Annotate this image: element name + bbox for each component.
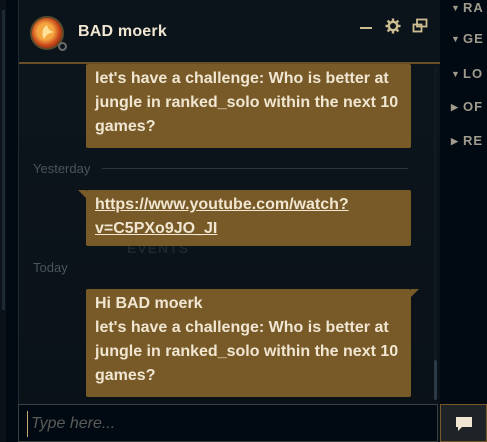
gear-icon[interactable]: [385, 18, 401, 34]
chat-input-container: [18, 404, 438, 442]
chat-scroll-track[interactable]: [434, 66, 437, 400]
collapse-arrow-icon: ▼: [451, 34, 461, 44]
message-line: Hi BAD moerk: [95, 295, 203, 312]
chat-header[interactable]: BAD moerk: [19, 0, 440, 64]
menu-item[interactable]: ▼ GE: [451, 31, 484, 46]
message-line: games?: [95, 118, 156, 135]
collapse-arrow-icon: ▼: [451, 69, 461, 79]
message-line: jungle in ranked_solo within the next 10: [95, 343, 399, 360]
right-side-menu: ▼ RA ▼ GE ▼ LO ▶ OF ▶ RE: [441, 0, 487, 400]
chat-message: Hi BAD moerk let's have a challenge: Who…: [86, 289, 419, 397]
friend-name: BAD moerk: [78, 23, 167, 40]
menu-item-label: OF: [463, 99, 484, 114]
chat-input[interactable]: [27, 411, 423, 437]
message-line: let's have a challenge: Who is better at: [95, 70, 389, 87]
summoner-icon: [42, 25, 54, 39]
menu-item[interactable]: ▶ OF: [451, 99, 483, 114]
left-strip-segment: [2, 10, 5, 310]
date-divider-yesterday: Yesterday: [33, 161, 91, 176]
chat-window: BAD moerk EVENTS let's have a challenge:…: [18, 0, 440, 442]
chat-bubble-icon: [456, 417, 472, 431]
minimize-icon[interactable]: [358, 18, 374, 34]
message-link-continued[interactable]: v=C5PXo9JO_JI: [95, 217, 401, 241]
menu-item[interactable]: ▼ LO: [451, 66, 483, 81]
message-line: jungle in ranked_solo within the next 10: [95, 94, 399, 111]
menu-item-label: LO: [463, 66, 484, 81]
status-indicator: [58, 42, 67, 51]
menu-item[interactable]: ▶ RE: [451, 133, 483, 148]
message-line: games?: [95, 367, 156, 384]
menu-item-label: RA: [463, 0, 484, 15]
expand-arrow-icon: ▶: [451, 136, 459, 146]
menu-item-label: RE: [463, 133, 484, 148]
message-link[interactable]: https://www.youtube.com/watch?: [95, 193, 401, 217]
send-button[interactable]: [440, 404, 487, 442]
client-stage: BAD moerk EVENTS let's have a challenge:…: [0, 0, 487, 442]
chat-message: https://www.youtube.com/watch? v=C5PXo9J…: [78, 190, 411, 246]
bubble-tail: [411, 289, 419, 297]
menu-item[interactable]: ▼ RA: [451, 0, 484, 15]
popout-icon[interactable]: [412, 18, 428, 34]
date-divider-line: [102, 168, 408, 169]
chat-scroll-thumb[interactable]: [434, 360, 437, 400]
expand-arrow-icon: ▶: [451, 102, 459, 112]
message-line: let's have a challenge: Who is better at: [95, 319, 389, 336]
chat-message: let's have a challenge: Who is better at…: [86, 64, 411, 148]
left-background-strip: [0, 0, 6, 442]
menu-item-label: GE: [463, 31, 484, 46]
bubble-tail: [78, 190, 86, 198]
collapse-arrow-icon: ▼: [451, 3, 461, 13]
date-divider-today: Today: [33, 260, 68, 275]
